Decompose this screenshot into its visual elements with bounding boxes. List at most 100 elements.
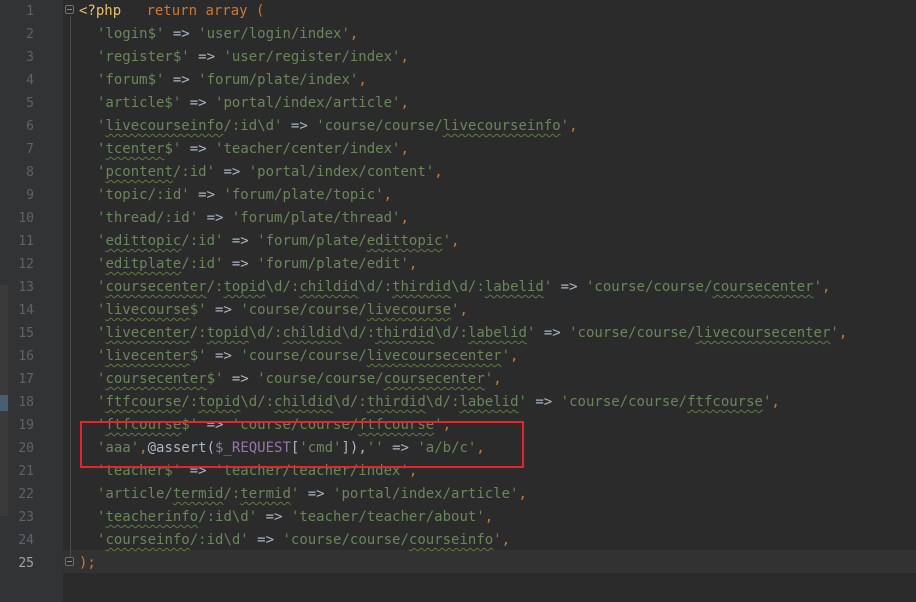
code-token: ' [501, 348, 511, 364]
code-line[interactable]: 'coursecenter/:topid\d/:childid\d/:third… [97, 276, 830, 299]
code-token: 'forum/plate/edit' [257, 256, 409, 272]
code-token: 'article$' [97, 95, 182, 111]
code-line[interactable]: ' livecenter$' => 'course/course/livecour… [97, 345, 518, 368]
code-line[interactable]: 'login$' => 'user/login/index', [97, 23, 358, 46]
code-line[interactable]: 'courseinfo/:id\d' => 'course/course/cou… [97, 529, 510, 552]
code-token: 'article/ [97, 486, 173, 502]
code-token: livecoursecenter [695, 325, 831, 341]
code-token: ' [543, 279, 553, 295]
code-token: ' [442, 233, 452, 249]
code-token: , [358, 72, 367, 88]
code-token: return array ( [121, 3, 265, 19]
code-token: coursecenter [383, 371, 485, 387]
code-token: labelid [467, 325, 527, 341]
code-token: 'course/course/ [316, 118, 443, 134]
code-line[interactable]: 'livecourseinfo/:id\d' => 'course/course… [97, 115, 578, 138]
code-token: courseinfo [408, 532, 494, 548]
code-line[interactable]: 'tcenter$' => 'teacher/center/index', [97, 138, 409, 161]
code-token: topid [206, 325, 249, 341]
code-token: thirdid [375, 325, 435, 341]
code-line[interactable]: 'editplate/:id' => 'forum/plate/edit', [97, 253, 417, 276]
code-token: 'login$' [97, 26, 165, 42]
code-content[interactable]: <?php return array ('login$' => 'user/lo… [0, 0, 916, 602]
code-token: coursecenter [105, 371, 207, 387]
code-line[interactable]: 'article/termid/:termid' => 'portal/inde… [97, 483, 527, 506]
code-line[interactable]: 'forum$' => 'forum/plate/index', [97, 69, 367, 92]
code-token: livecenter [105, 348, 190, 364]
code-token: \d/: [434, 325, 468, 341]
code-line[interactable]: 'coursecenter$' => 'course/course/course… [97, 368, 502, 391]
code-token: \d/: [425, 394, 460, 410]
code-token: 'portal/index/article' [215, 95, 401, 111]
code-line[interactable]: 'topic/:id' => 'forum/plate/topic', [97, 184, 392, 207]
code-token: , [838, 325, 848, 341]
code-token: $' [164, 141, 182, 157]
code-token: edittopic [105, 233, 182, 249]
code-token: ); [79, 555, 96, 571]
code-token: /: [223, 486, 241, 502]
code-token: coursecenter [105, 279, 207, 295]
code-token: $' [206, 371, 224, 387]
code-line[interactable]: <?php return array ( [79, 0, 264, 23]
code-line[interactable]: 'teacherinfo/:id\d' => 'teacher/teacher/… [97, 506, 493, 529]
code-token: => [164, 26, 199, 42]
code-token: , [569, 118, 578, 134]
code-token: 'teacher/teacher/about' [290, 509, 485, 525]
code-token: => [206, 348, 241, 364]
code-line[interactable]: ); [79, 552, 96, 575]
code-token: 'forum/plate/ [257, 233, 367, 249]
code-token: 'forum/plate/thread' [231, 210, 401, 226]
code-token: livecourse [105, 302, 190, 318]
code-token: /:id' [181, 256, 224, 272]
code-token: \d/: [341, 325, 376, 341]
code-token: /: [206, 279, 224, 295]
code-token: , [501, 532, 511, 548]
code-token: , [400, 210, 409, 226]
code-token: 'register$' [97, 49, 190, 65]
code-token: childid [282, 325, 342, 341]
code-token: , [484, 509, 494, 525]
code-token: 'course/course/ [240, 348, 367, 364]
code-token: 'user/login/index' [198, 26, 350, 42]
code-token: 'user/register/index' [223, 49, 401, 65]
code-token: => [181, 141, 216, 157]
code-token: /:id\d' [223, 118, 283, 134]
code-token: labelid [484, 279, 544, 295]
code-token: topid [223, 279, 266, 295]
code-line[interactable]: 'edittopic/:id' => 'forum/plate/edittopi… [97, 230, 459, 253]
code-line[interactable]: 'article$' => 'portal/index/article', [97, 92, 409, 115]
annotation-highlight-box [80, 421, 524, 468]
code-token: labelid [459, 394, 519, 410]
code-token: coursecenter [712, 279, 814, 295]
code-token: ' [484, 371, 494, 387]
code-line[interactable]: 'pcontent/:id' => 'portal/index/content'… [97, 161, 443, 184]
code-token: ' [830, 325, 839, 341]
code-line[interactable]: 'register$' => 'user/register/index', [97, 46, 409, 69]
code-token: \d/: [451, 279, 485, 295]
code-token: => [223, 256, 258, 272]
code-token: 'course/course/ [585, 279, 713, 295]
code-token: 'forum$' [97, 72, 165, 88]
code-token: , [771, 394, 780, 410]
code-token: => [535, 325, 570, 341]
code-token: 'topic/:id' [97, 187, 190, 203]
code-token: ' [493, 532, 502, 548]
code-line[interactable]: 'livecourse$' => 'course/course/livecour… [97, 299, 468, 322]
code-editor[interactable]: 1 2 3 4 5 6 7 8 9 10 11 12 13 14 15 16 17 18 19 20 21 22 23 24 2… [0, 0, 916, 602]
code-token: => [189, 49, 224, 65]
code-token: pcontent [105, 164, 173, 180]
code-token: 'course/course/ [240, 302, 367, 318]
code-line[interactable]: 'livecenter/:topid\d/:childid\d/:thirdid… [97, 322, 847, 345]
code-token: 'portal/index/content' [248, 164, 435, 180]
code-token: 'course/course/ [569, 325, 696, 341]
code-token: 'course/course/ [282, 532, 409, 548]
code-token: , [822, 279, 831, 295]
code-token: => [282, 118, 317, 134]
code-line[interactable]: 'thread/:id' => 'forum/plate/thread', [97, 207, 409, 230]
code-token: $' [189, 302, 207, 318]
code-token: => [198, 210, 232, 226]
code-token: /: [189, 325, 207, 341]
code-line[interactable]: 'ftfcourse/:topid\d/:childid\d/:thirdid\… [97, 391, 780, 414]
code-token: , [383, 187, 393, 203]
code-token: => [223, 233, 258, 249]
